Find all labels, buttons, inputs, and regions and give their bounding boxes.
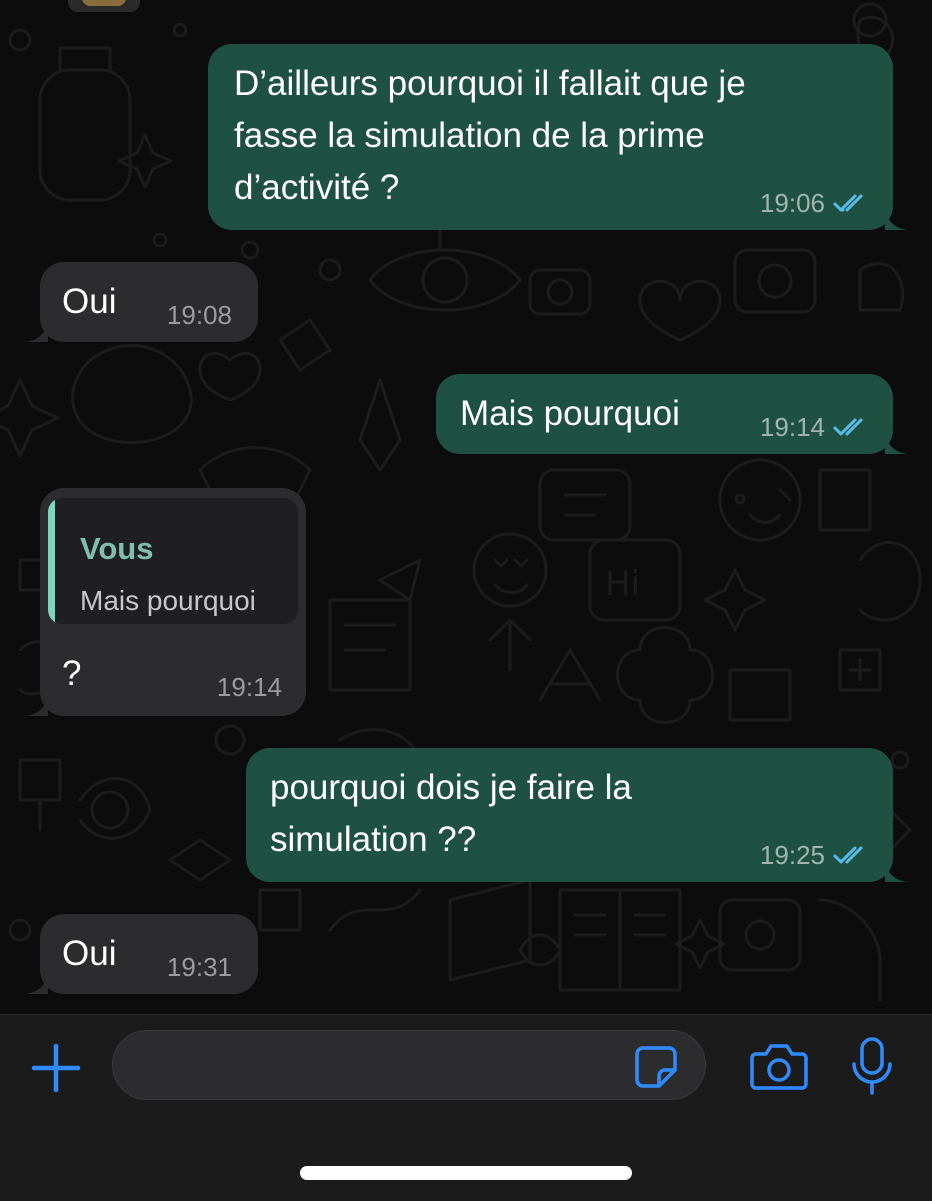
quoted-message[interactable]: Vous Mais pourquoi bbox=[48, 498, 298, 624]
sticker-icon[interactable] bbox=[633, 1044, 679, 1090]
bubble-tail bbox=[26, 972, 48, 994]
message-time: 19:08 bbox=[166, 300, 232, 330]
double-check-icon bbox=[833, 194, 863, 212]
message-time: 19:14 bbox=[216, 672, 282, 702]
message-incoming-reply[interactable]: Vous Mais pourquoi ? 19:14 bbox=[26, 488, 306, 716]
message-time: 19:06 bbox=[759, 188, 825, 218]
message-text: ? bbox=[62, 654, 82, 693]
svg-text:Hi: Hi bbox=[605, 564, 640, 604]
quote-accent-bar bbox=[48, 498, 55, 624]
bubble-tail bbox=[26, 320, 48, 342]
message-meta: 19:31 bbox=[167, 952, 232, 982]
message-outgoing[interactable]: pourquoi dois je faire la simulation ?? … bbox=[246, 748, 907, 882]
quote-author: Vous bbox=[80, 531, 154, 566]
double-check-icon bbox=[833, 418, 863, 436]
bubble-tail bbox=[885, 208, 907, 230]
message-meta: 19:14 bbox=[217, 672, 282, 702]
bubble-tail bbox=[885, 432, 907, 454]
message-incoming[interactable]: Oui 19:08 bbox=[26, 262, 258, 342]
chat-area: Hi D’ailleurs pourquoi il fallait que je… bbox=[0, 0, 932, 1014]
message-text: Mais pourquoi bbox=[460, 394, 680, 433]
quote-text: Mais pourquoi bbox=[80, 585, 256, 616]
message-text: Oui bbox=[62, 282, 117, 321]
message-text: D’ailleurs pourquoi il fallait que je fa… bbox=[234, 64, 746, 207]
message-meta: 19:25 bbox=[760, 840, 869, 870]
message-incoming[interactable]: Oui 19:31 bbox=[26, 914, 258, 994]
message-time: 19:31 bbox=[166, 952, 232, 982]
message-text: Oui bbox=[62, 934, 117, 973]
message-time: 19:14 bbox=[759, 412, 825, 442]
message-input[interactable] bbox=[112, 1030, 706, 1100]
message-meta: 19:06 bbox=[760, 188, 869, 218]
message-text: pourquoi dois je faire la simulation ?? bbox=[270, 768, 632, 859]
double-check-icon bbox=[833, 846, 863, 864]
message-outgoing[interactable]: Mais pourquoi 19:14 bbox=[436, 374, 907, 454]
home-indicator[interactable] bbox=[300, 1166, 632, 1180]
message-meta: 19:08 bbox=[167, 300, 232, 330]
message-meta: 19:14 bbox=[760, 412, 869, 442]
bubble-tail bbox=[26, 694, 48, 716]
message-time: 19:25 bbox=[759, 840, 825, 870]
camera-icon[interactable] bbox=[750, 1040, 808, 1092]
microphone-icon[interactable] bbox=[848, 1036, 896, 1096]
message-outgoing[interactable]: D’ailleurs pourquoi il fallait que je fa… bbox=[208, 44, 907, 230]
bubble-tail bbox=[885, 860, 907, 882]
plus-icon[interactable] bbox=[28, 1040, 84, 1096]
sender-avatar[interactable] bbox=[68, 0, 140, 12]
